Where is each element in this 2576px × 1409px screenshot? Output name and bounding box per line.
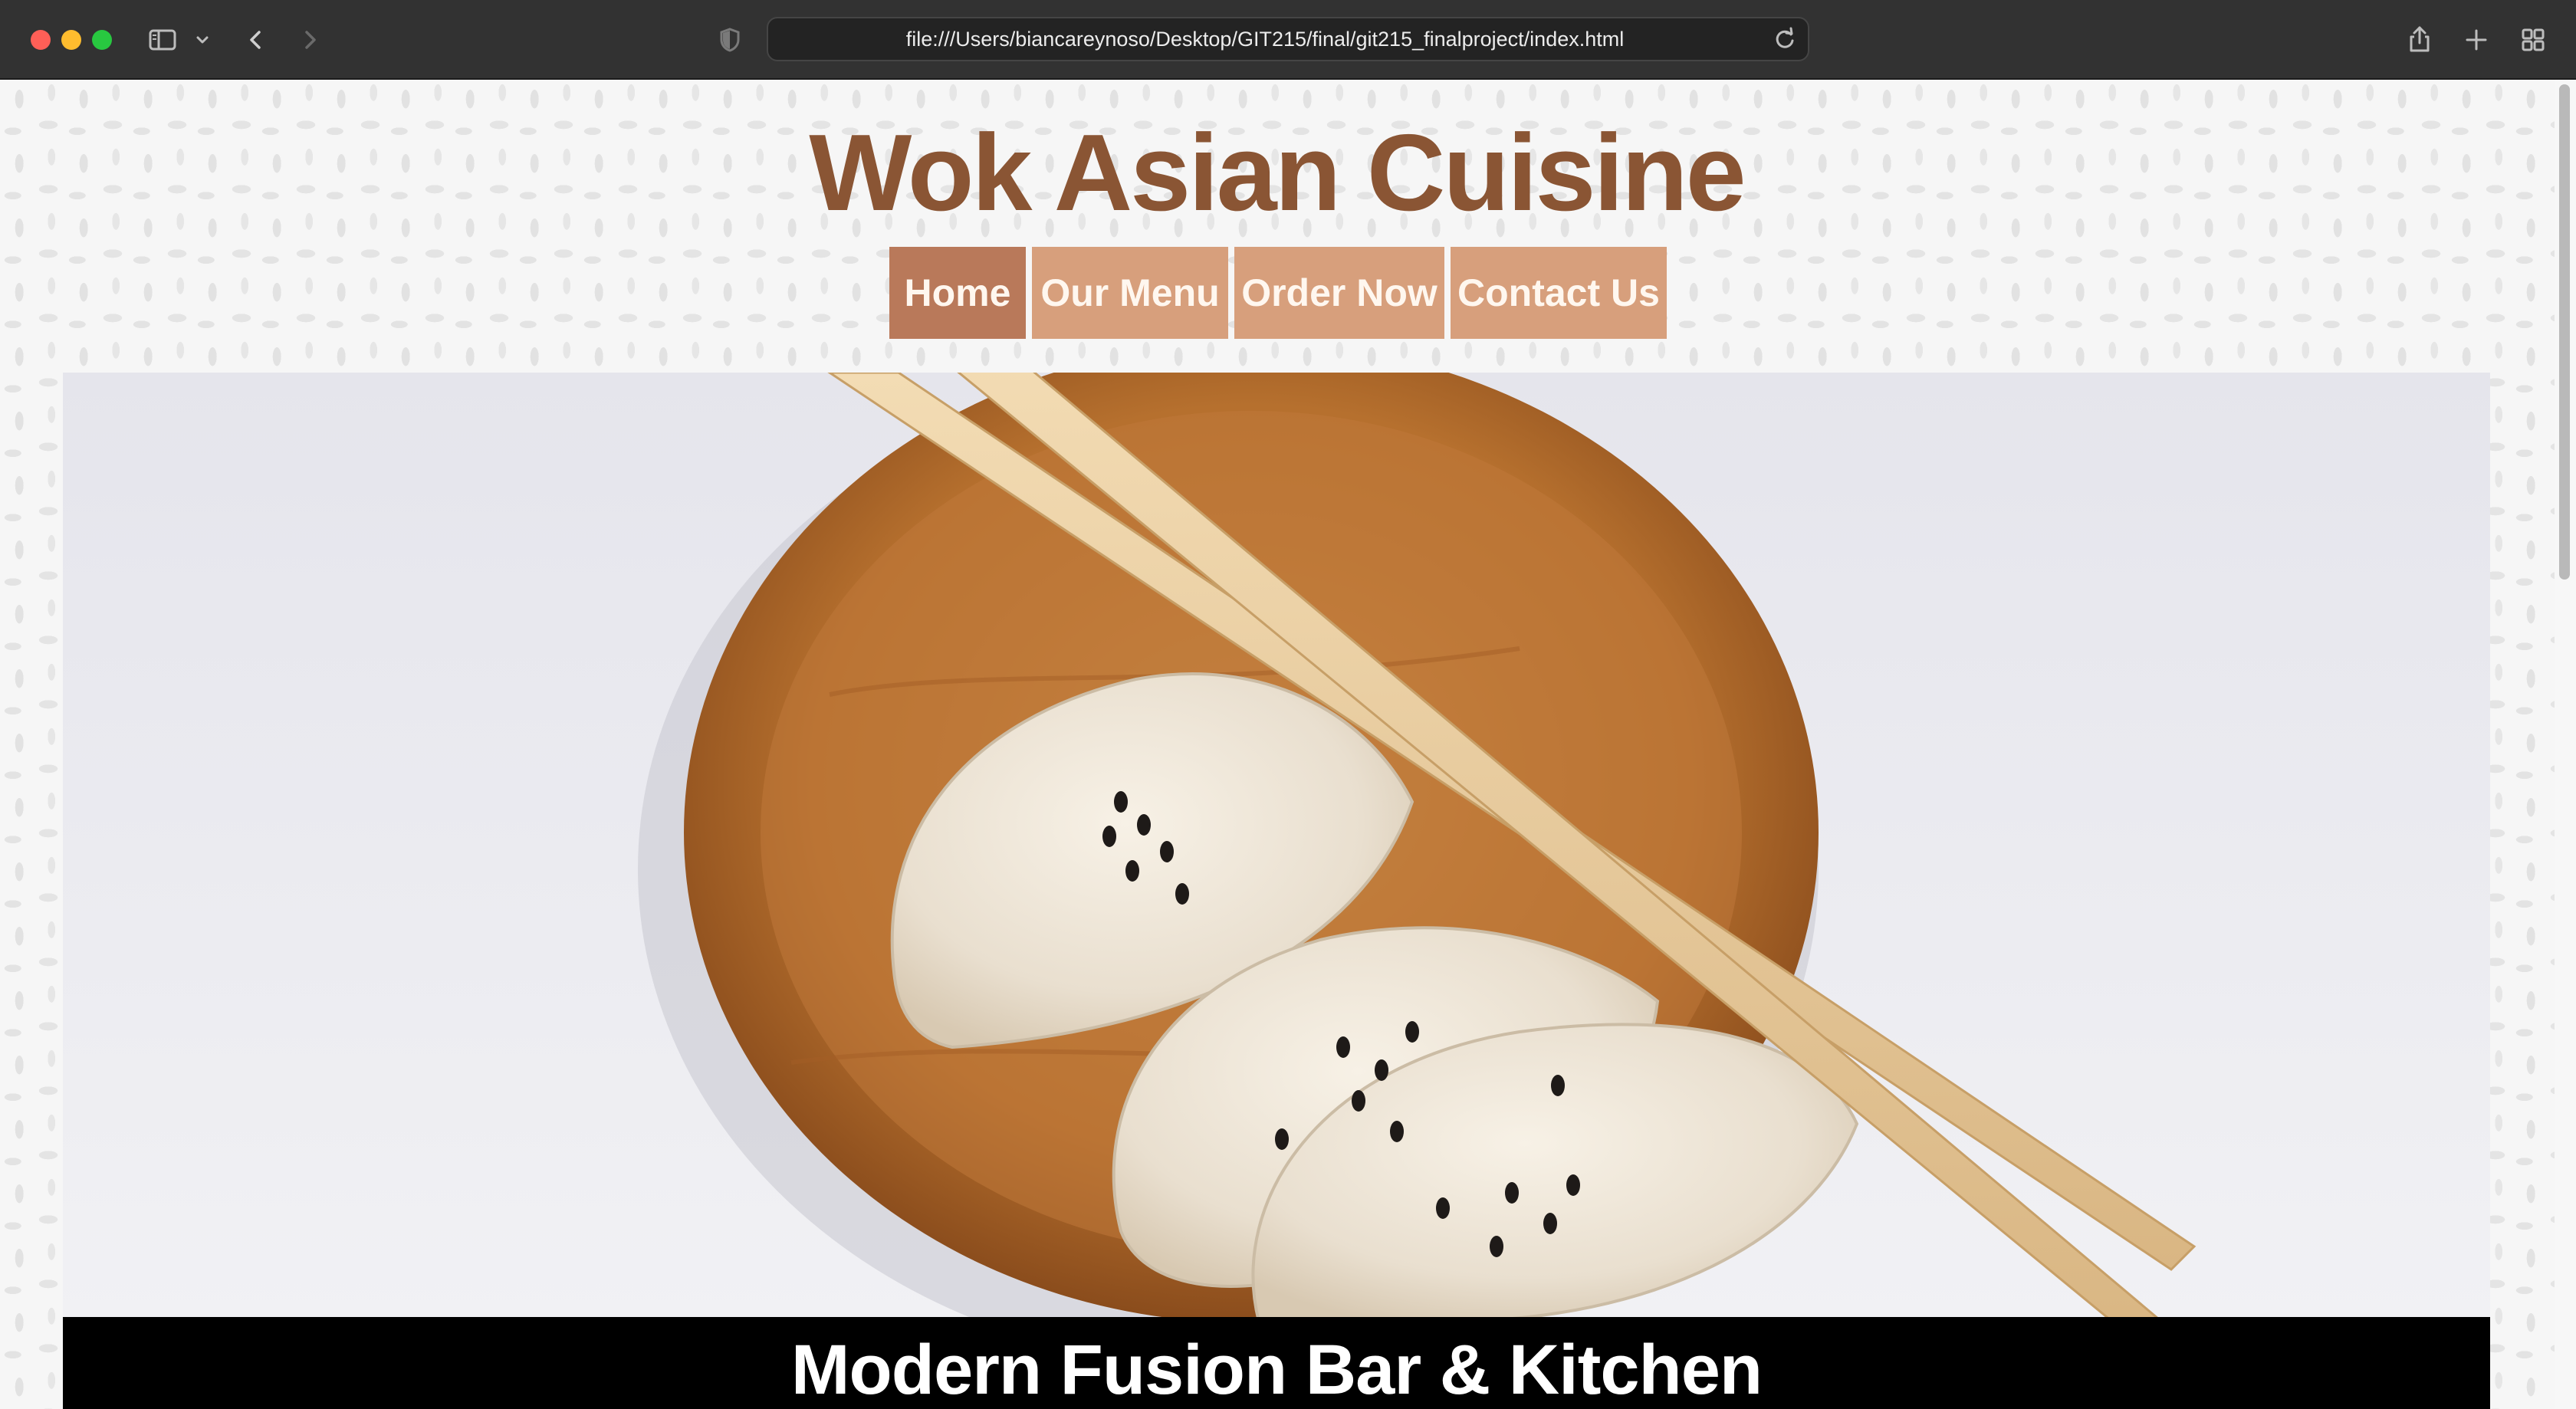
nav-order-now[interactable]: Order Now (1234, 247, 1444, 339)
shield-icon[interactable] (713, 23, 747, 57)
main-nav: Home Our Menu Order Now Contact Us (889, 247, 1667, 339)
grid-icon[interactable] (2516, 23, 2550, 57)
scrollbar-track[interactable] (2555, 80, 2576, 1409)
nav-home[interactable]: Home (889, 247, 1026, 339)
url-text[interactable]: file:///Users/biancareynoso/Desktop/GIT2… (768, 18, 1762, 60)
chevron-right-icon[interactable] (293, 23, 327, 57)
share-icon[interactable] (2403, 23, 2436, 57)
chevron-left-icon[interactable] (239, 23, 273, 57)
sidebar-icon[interactable] (146, 23, 179, 57)
window-minimize-button[interactable] (61, 30, 81, 50)
tagline-banner: Modern Fusion Bar & Kitchen (63, 1317, 2490, 1409)
browser-toolbar: file:///Users/biancareynoso/Desktop/GIT2… (0, 0, 2576, 80)
window-close-button[interactable] (31, 30, 51, 50)
chevron-down-icon[interactable] (190, 23, 215, 57)
scrollbar-thumb[interactable] (2559, 84, 2570, 580)
dumplings-illustration (638, 373, 2196, 1322)
plus-icon[interactable] (2459, 23, 2493, 57)
hero-image (63, 373, 2490, 1322)
nav-our-menu[interactable]: Our Menu (1032, 247, 1228, 339)
reload-icon[interactable] (1769, 24, 1800, 54)
nav-contact-us[interactable]: Contact Us (1451, 247, 1667, 339)
window-maximize-button[interactable] (92, 30, 112, 50)
page-viewport: Wok Asian Cuisine Home Our Menu Order No… (0, 80, 2576, 1409)
site-title: Wok Asian Cuisine (809, 112, 1746, 234)
tagline: Modern Fusion Bar & Kitchen (790, 1331, 1763, 1409)
address-bar[interactable]: file:///Users/biancareynoso/Desktop/GIT2… (767, 17, 1809, 61)
